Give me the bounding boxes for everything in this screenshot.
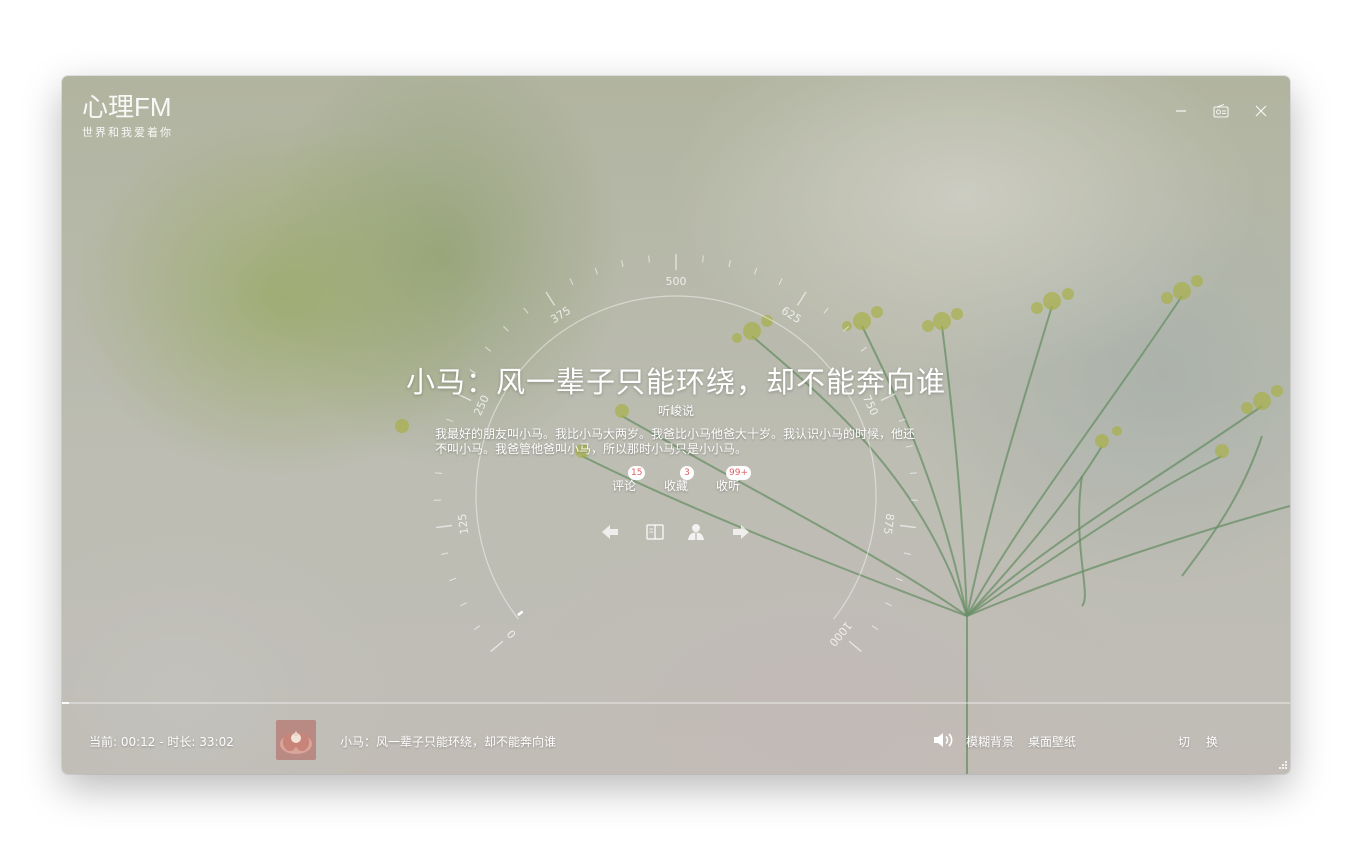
listens-count-badge: 99+ — [726, 466, 751, 480]
radio-icon — [1213, 104, 1229, 118]
album-thumbnail[interactable] — [276, 720, 316, 760]
volume-button[interactable] — [932, 730, 956, 750]
listens-label: 收听 — [716, 479, 741, 493]
app-title: 心理FM — [82, 92, 172, 122]
blur-background-toggle[interactable]: 模糊背景 — [966, 733, 1014, 750]
anchor-button[interactable] — [685, 521, 707, 543]
arrow-left-icon — [602, 525, 618, 539]
minus-icon — [1176, 110, 1186, 112]
favorites-count-badge: 3 — [680, 466, 694, 480]
minimize-button[interactable] — [1170, 100, 1192, 122]
volume-icon — [934, 733, 953, 747]
app-logo: 心理FM 世界和我爱着你 — [82, 92, 173, 140]
arrow-right-icon — [733, 525, 749, 539]
program-author[interactable]: 听峻说 — [62, 402, 1290, 419]
program-title: 小马：风一辈子只能环绕，却不能奔向谁 — [405, 365, 946, 399]
album-art-image — [276, 720, 316, 760]
playback-progress-fill — [62, 702, 70, 704]
close-button[interactable] — [1250, 100, 1272, 122]
playback-time: 当前: 00:12 - 时长: 33:02 — [89, 735, 234, 749]
comments-button[interactable]: 评论 15 — [612, 466, 646, 494]
radio-mode-button[interactable] — [1210, 100, 1232, 122]
previous-button[interactable] — [599, 521, 621, 543]
anchor-person-icon — [688, 524, 704, 540]
switch-button[interactable]: 切 换 — [1178, 733, 1224, 750]
app-window: 心理FM 世界和我爱着你 0 125 250 375 500 625 750 875 1000 … — [62, 76, 1290, 774]
background-veil — [62, 76, 1290, 774]
article-button[interactable] — [644, 521, 666, 543]
program-description: 我最好的朋友叫小马。我比小马大两岁。我爸比小马他爸大十岁。我认识小马的时候，他还… — [435, 427, 916, 456]
book-icon — [646, 524, 664, 540]
app-subtitle: 世界和我爱着你 — [82, 126, 173, 139]
listens-button[interactable]: 收听 99+ — [716, 466, 751, 494]
next-button[interactable] — [730, 521, 752, 543]
now-playing-title: 小马：风一辈子只能环绕，却不能奔向谁 — [340, 735, 557, 749]
playback-progress-bar[interactable] — [62, 702, 1290, 704]
comments-label: 评论 — [612, 479, 637, 493]
favorites-label: 收藏 — [664, 479, 689, 493]
desktop-wallpaper-button[interactable]: 桌面壁纸 — [1028, 733, 1076, 750]
close-icon — [1255, 105, 1267, 117]
favorites-button[interactable]: 收藏 3 — [664, 466, 694, 494]
comments-count-badge: 15 — [628, 466, 646, 480]
resize-grip-icon[interactable] — [1274, 758, 1288, 772]
